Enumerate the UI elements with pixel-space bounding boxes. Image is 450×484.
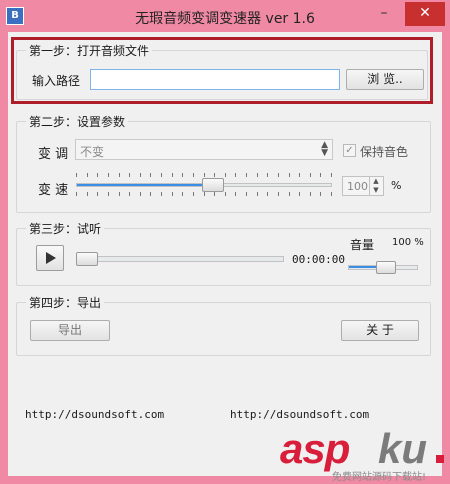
keep-tone-label: 保持音色: [360, 145, 409, 159]
speed-stepper[interactable]: 100 ▲ ▼: [342, 176, 384, 196]
slider-tick: [87, 173, 88, 177]
slider-tick: [129, 173, 130, 177]
client-area: 第一步：打开音频文件 输入路径 浏 览.. 第二步：设置参数 变 调 不变 ▲ ▼…: [8, 32, 442, 476]
spin-up-icon[interactable]: ▲: [369, 177, 382, 186]
slider-tick: [257, 173, 258, 177]
speed-label: 变 速: [38, 183, 69, 198]
slider-tick: [161, 173, 162, 177]
speed-stepper-value: 100: [347, 180, 368, 193]
pitch-select-value: 不变: [80, 145, 105, 159]
speed-unit: %: [391, 179, 402, 192]
slider-tick: [320, 192, 321, 196]
pitch-label: 变 调: [38, 147, 69, 162]
slider-tick: [108, 192, 109, 196]
speed-slider-thumb[interactable]: [202, 178, 224, 192]
keep-tone-checkbox[interactable]: ✓: [343, 144, 356, 157]
watermark-brand-ku: ku: [378, 425, 428, 472]
slider-tick: [97, 192, 98, 196]
playback-time: 00:00:00: [292, 253, 345, 266]
browse-button[interactable]: 浏 览..: [346, 69, 424, 90]
slider-tick: [225, 192, 226, 196]
export-button[interactable]: 导出: [30, 320, 110, 341]
slider-tick: [193, 173, 194, 177]
slider-tick: [140, 192, 141, 196]
footer-url-left[interactable]: http://dsoundsoft.com: [25, 408, 164, 421]
slider-tick: [310, 173, 311, 177]
slider-tick: [119, 173, 120, 177]
slider-tick: [225, 173, 226, 177]
step3-title: 第三步：试听: [26, 220, 105, 237]
watermark-tagline: 免费网站源码下载站!: [332, 472, 427, 483]
about-button[interactable]: 关 于: [341, 320, 419, 341]
slider-tick: [172, 192, 173, 196]
slider-tick: [299, 192, 300, 196]
title-bar[interactable]: B 无瑕音频变调变速器 ver 1.6 – ✕: [0, 0, 450, 32]
slider-tick: [204, 192, 205, 196]
slider-tick: [97, 173, 98, 177]
step4-title: 第四步：导出: [26, 294, 105, 311]
path-label: 输入路径: [32, 74, 81, 88]
speed-ticks-bottom: [76, 192, 332, 196]
slider-tick: [310, 192, 311, 196]
slider-tick: [140, 173, 141, 177]
slider-tick: [278, 192, 279, 196]
path-input[interactable]: [90, 69, 340, 90]
slider-tick: [172, 173, 173, 177]
spin-arrows-icon: ▲ ▼: [321, 140, 328, 158]
slider-tick: [182, 192, 183, 196]
slider-tick: [119, 192, 120, 196]
slider-tick: [299, 173, 300, 177]
slider-tick: [193, 192, 194, 196]
volume-label: 音量: [350, 238, 375, 252]
slider-tick: [289, 173, 290, 177]
spin-down-icon[interactable]: ▼: [369, 186, 382, 195]
slider-tick: [267, 173, 268, 177]
minimize-button[interactable]: –: [370, 2, 398, 26]
slider-tick: [320, 173, 321, 177]
step1-title: 第一步：打开音频文件: [26, 42, 153, 59]
slider-tick: [214, 192, 215, 196]
slider-tick: [129, 192, 130, 196]
volume-value: 100 %: [392, 237, 424, 248]
playback-progress-track[interactable]: [76, 256, 284, 262]
volume-slider-thumb[interactable]: [376, 261, 396, 274]
play-icon: [46, 252, 56, 264]
slider-tick: [267, 192, 268, 196]
slider-tick: [278, 173, 279, 177]
slider-tick: [87, 192, 88, 196]
close-window-button[interactable]: ✕: [405, 2, 445, 26]
slider-tick: [246, 192, 247, 196]
slider-tick: [150, 192, 151, 196]
slider-tick: [204, 173, 205, 177]
watermark-brand-asp: asp: [280, 425, 350, 472]
slider-tick: [76, 192, 77, 196]
slider-tick: [108, 173, 109, 177]
slider-tick: [214, 173, 215, 177]
watermark-dot: [436, 455, 444, 463]
slider-tick: [257, 192, 258, 196]
slider-tick: [235, 173, 236, 177]
app-window: B 无瑕音频变调变速器 ver 1.6 – ✕ 第一步：打开音频文件 输入路径 …: [0, 0, 450, 484]
speed-slider-fill: [77, 184, 204, 186]
footer-url-right[interactable]: http://dsoundsoft.com: [230, 408, 369, 421]
aspku-watermark: asp ku 免费网站源码下载站!: [280, 425, 450, 484]
slider-tick: [289, 192, 290, 196]
slider-tick: [235, 192, 236, 196]
slider-tick: [150, 173, 151, 177]
pitch-select[interactable]: 不变 ▲ ▼: [75, 139, 333, 160]
slider-tick: [182, 173, 183, 177]
playback-progress-thumb[interactable]: [76, 252, 98, 266]
slider-tick: [246, 173, 247, 177]
slider-tick: [76, 173, 77, 177]
slider-tick: [331, 173, 332, 177]
speed-ticks-top: [76, 173, 332, 177]
play-button[interactable]: [36, 245, 64, 271]
slider-tick: [331, 192, 332, 196]
slider-tick: [161, 192, 162, 196]
step2-title: 第二步：设置参数: [26, 113, 129, 130]
step2-group: 第二步：设置参数: [16, 113, 431, 213]
